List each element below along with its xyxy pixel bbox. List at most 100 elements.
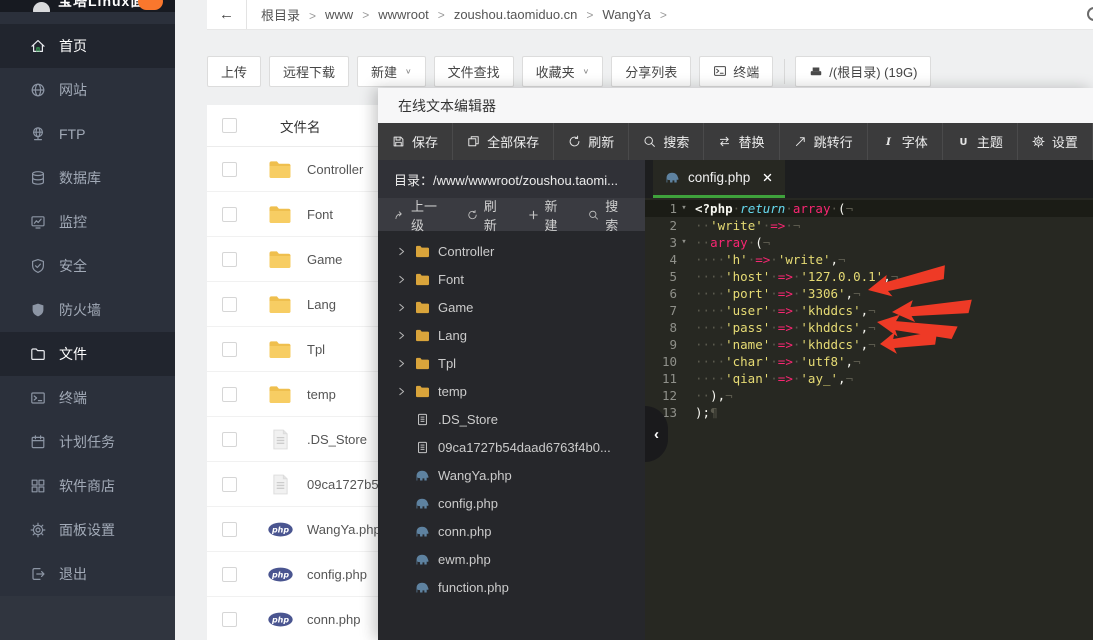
up-level-icon	[394, 209, 405, 221]
breadcrumb-item[interactable]: www	[325, 7, 353, 22]
tree-item[interactable]: Font	[378, 265, 645, 293]
logout-icon	[30, 566, 46, 582]
code-text: ····'qian'·=>·'ay_',¬	[691, 370, 853, 387]
chevron-right-icon[interactable]	[396, 386, 407, 397]
breadcrumb-item[interactable]: WangYa	[602, 7, 650, 22]
code-area[interactable]: 1 ▾ <?php·return·array·(¬ 2 ▾ ··'write'·…	[645, 198, 1093, 640]
chevron-right-icon[interactable]	[396, 358, 407, 369]
search-icon[interactable]	[1087, 7, 1093, 21]
code-text: ····'name'·=>·'khddcs',¬	[691, 336, 876, 353]
row-checkbox[interactable]	[222, 477, 237, 492]
file-name: Game	[307, 252, 342, 267]
editor-toolbar-button[interactable]: 搜索	[629, 123, 704, 160]
sidebar-item[interactable]: 数据库	[0, 156, 175, 200]
row-checkbox[interactable]	[222, 567, 237, 582]
sidebar-item[interactable]: 网站	[0, 68, 175, 112]
row-checkbox[interactable]	[222, 297, 237, 312]
toolbar-button-label: 终端	[733, 62, 759, 81]
editor-toolbar-button[interactable]: 替换	[704, 123, 779, 160]
sidebar-item[interactable]: 文件	[0, 332, 175, 376]
back-button[interactable]: ←	[207, 0, 247, 29]
folder-icon	[265, 160, 295, 179]
tree-item-label: Lang	[438, 328, 467, 343]
fold-marker-icon[interactable]: ▾	[677, 200, 691, 217]
panel-logo[interactable]: 宝塔Linux面板	[0, 0, 175, 12]
line-number: 5	[645, 268, 677, 285]
editor-toolbar-button[interactable]: 设置	[1018, 123, 1093, 160]
chevron-right-icon[interactable]	[396, 246, 407, 257]
editor-title: 在线文本编辑器	[378, 88, 1093, 123]
toolbar-button[interactable]: 上传 ∨	[207, 56, 261, 87]
line-number: 12	[645, 387, 677, 404]
sidebar-item[interactable]: 首页	[0, 24, 175, 68]
row-checkbox[interactable]	[222, 342, 237, 357]
sidebar-item[interactable]: 软件商店	[0, 464, 175, 508]
tree-item[interactable]: temp	[378, 377, 645, 405]
tree-item[interactable]: Controller	[378, 237, 645, 265]
sidebar-item[interactable]: 防火墙	[0, 288, 175, 332]
editor-body: 目录：/www/wwwroot/zoushou.taomi... 上一级 刷新 …	[378, 160, 1093, 640]
breadcrumb-item[interactable]: zoushou.taomiduo.cn	[454, 7, 578, 22]
tree-item[interactable]: config.php	[378, 489, 645, 517]
sidebar-item[interactable]: 终端	[0, 376, 175, 420]
chevron-right-icon[interactable]	[396, 330, 407, 341]
tree-action-button[interactable]: 上一级	[394, 196, 447, 234]
editor-toolbar-button[interactable]: 跳转行	[780, 123, 868, 160]
sidebar-item[interactable]: 监控	[0, 200, 175, 244]
tree-item[interactable]: WangYa.php	[378, 461, 645, 489]
editor-toolbar-button[interactable]: 全部保存	[453, 123, 554, 160]
tree-item-label: Game	[438, 300, 473, 315]
breadcrumb-item[interactable]: 根目录	[261, 8, 300, 23]
row-checkbox[interactable]	[222, 207, 237, 222]
editor-toolbar-button[interactable]: 保存	[378, 123, 453, 160]
sidebar-item-label: 终端	[59, 388, 87, 408]
sidebar-item[interactable]: 面板设置	[0, 508, 175, 552]
tab-config-php[interactable]: config.php	[653, 160, 785, 198]
row-checkbox[interactable]	[222, 162, 237, 177]
close-icon[interactable]	[762, 172, 773, 183]
monitor-icon	[30, 214, 46, 230]
sidebar-item[interactable]: FTP	[0, 112, 175, 156]
tree-item[interactable]: Lang	[378, 321, 645, 349]
breadcrumb-item[interactable]: wwwroot	[378, 7, 429, 22]
toolbar-button[interactable]: 分享列表 ∨	[611, 56, 691, 87]
tree-item[interactable]: 09ca1727b54daad6763f4b0...	[378, 433, 645, 461]
select-all-checkbox[interactable]	[222, 118, 237, 133]
sidebar-item[interactable]: 计划任务	[0, 420, 175, 464]
tree-action-button[interactable]: 新建	[528, 196, 569, 234]
tree-item-label: WangYa.php	[438, 468, 512, 483]
row-checkbox[interactable]	[222, 522, 237, 537]
toolbar-button[interactable]: 终端 ∨	[699, 56, 773, 87]
row-checkbox[interactable]	[222, 252, 237, 267]
php-icon: php	[265, 567, 295, 582]
sidebar-item[interactable]: 退出	[0, 552, 175, 596]
sidebar-item-label: 防火墙	[59, 300, 101, 320]
code-line: 9 ▾ ····'name'·=>·'khddcs',¬	[645, 336, 1093, 353]
toolbar-button[interactable]: 新建 ∨	[357, 56, 426, 87]
file-tree: Controller Font Game Lang	[378, 231, 645, 640]
row-checkbox[interactable]	[222, 432, 237, 447]
tree-item[interactable]: conn.php	[378, 517, 645, 545]
sidebar-item[interactable]: 安全	[0, 244, 175, 288]
tree-item[interactable]: Game	[378, 293, 645, 321]
chevron-right-icon[interactable]	[396, 302, 407, 313]
toolbar-button[interactable]: /(根目录) (19G) ∨	[795, 56, 931, 87]
toolbar-button[interactable]: 收藏夹 ∨	[522, 56, 604, 87]
chevron-right-icon[interactable]	[396, 274, 407, 285]
toolbar-button[interactable]: 文件查找 ∨	[434, 56, 514, 87]
tree-action-button[interactable]: 搜索	[588, 196, 629, 234]
tree-item[interactable]: ewm.php	[378, 545, 645, 573]
tree-item[interactable]: Tpl	[378, 349, 645, 377]
line-number: 1	[645, 200, 677, 217]
editor-toolbar-button[interactable]: I 字体	[868, 123, 943, 160]
tree-item-label: Font	[438, 272, 464, 287]
row-checkbox[interactable]	[222, 387, 237, 402]
editor-toolbar-button[interactable]: U 主题	[943, 123, 1018, 160]
tree-item[interactable]: .DS_Store	[378, 405, 645, 433]
tree-item[interactable]: function.php	[378, 573, 645, 601]
toolbar-button[interactable]: 远程下载 ∨	[269, 56, 349, 87]
editor-toolbar-button[interactable]: 刷新	[554, 123, 629, 160]
fold-marker-icon[interactable]: ▾	[677, 234, 691, 251]
tree-action-button[interactable]: 刷新	[467, 196, 508, 234]
row-checkbox[interactable]	[222, 612, 237, 627]
